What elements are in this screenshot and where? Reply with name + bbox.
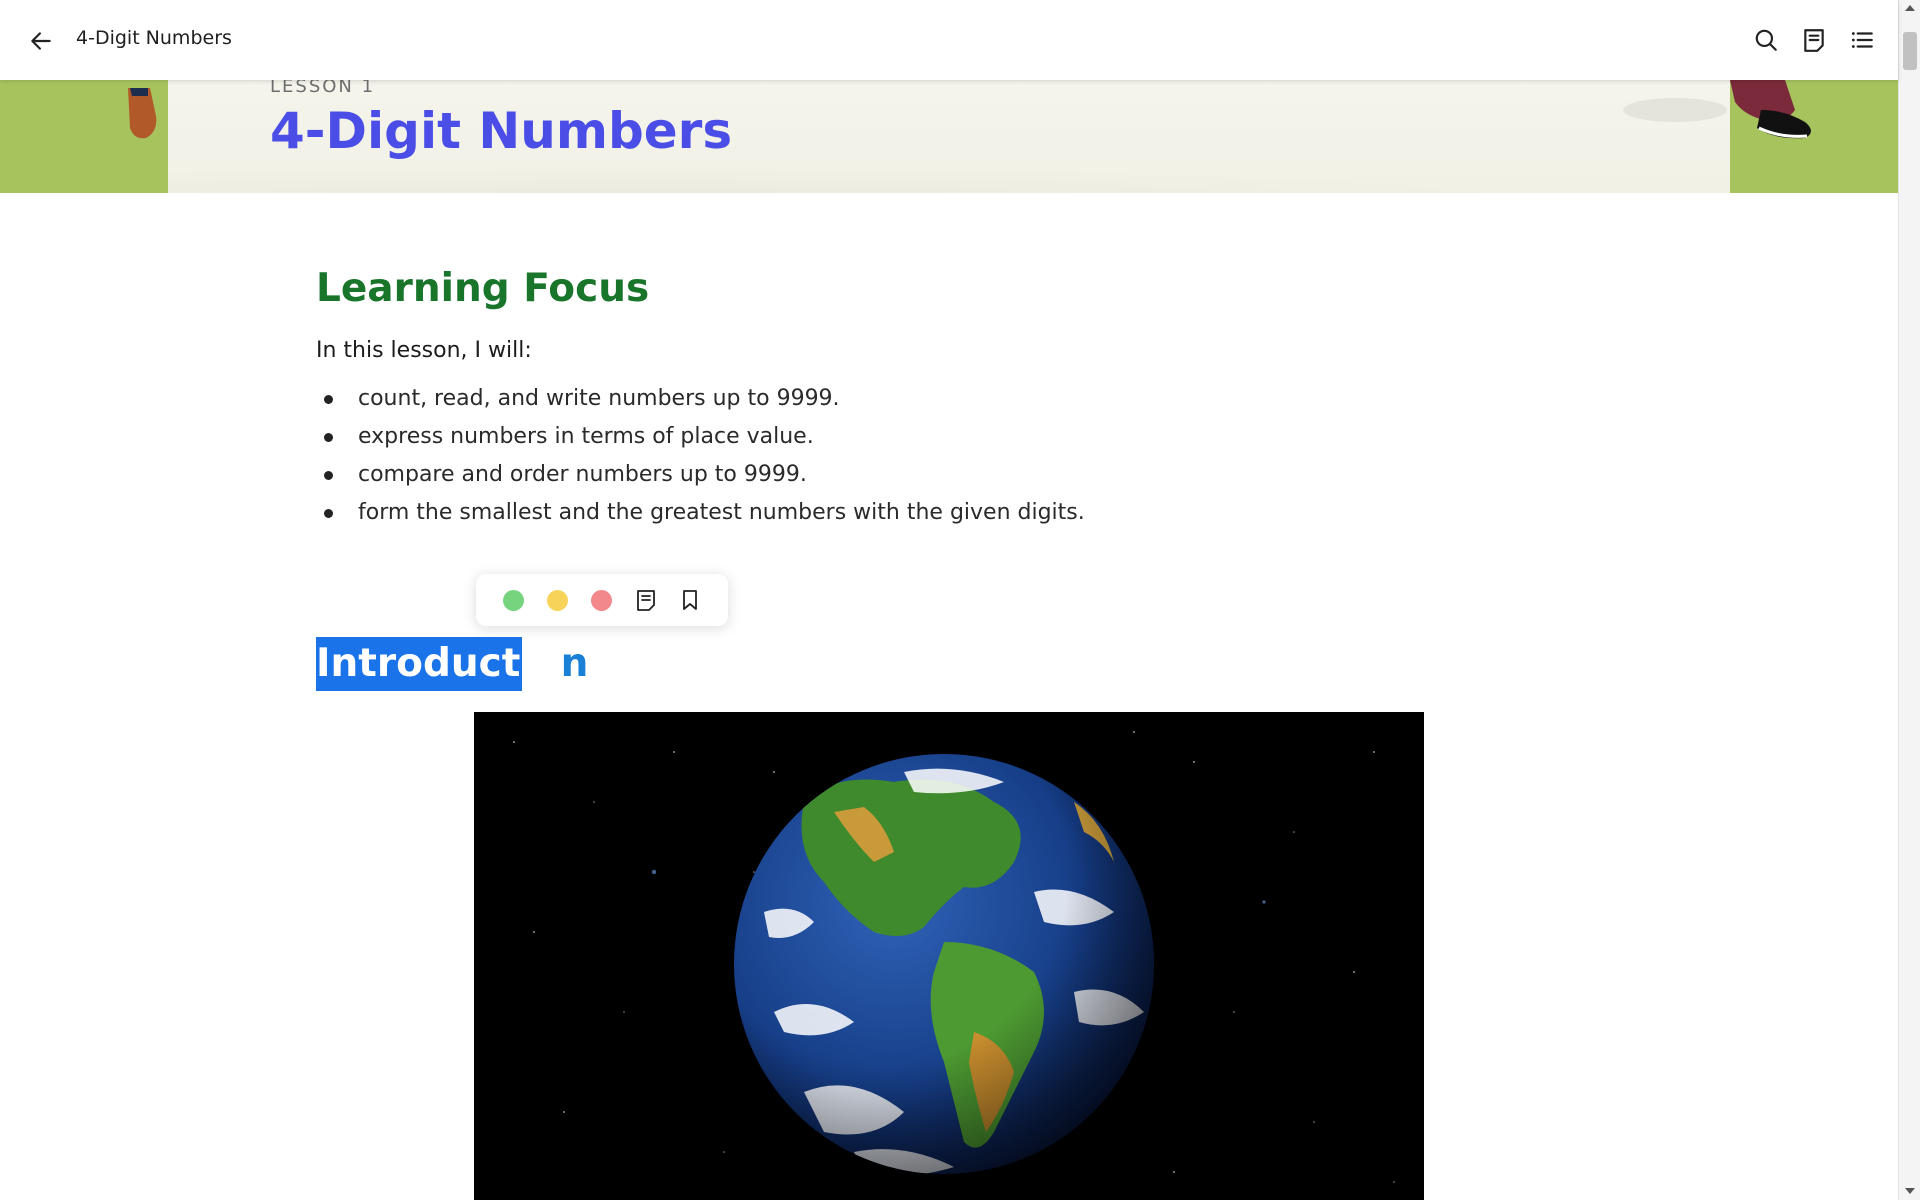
list-item: compare and order numbers up to 9999.: [316, 456, 1085, 494]
objective-text: express numbers in terms of place value.: [358, 424, 814, 449]
selection-toolbar: [476, 574, 728, 626]
top-bar: 4-Digit Numbers: [0, 0, 1898, 80]
objective-text: compare and order numbers up to 9999.: [358, 462, 807, 487]
list-item: form the smallest and the greatest numbe…: [316, 494, 1085, 532]
bullet-icon: [324, 433, 333, 442]
bullet-icon: [324, 471, 333, 480]
notes-icon[interactable]: [1801, 27, 1827, 53]
lesson-label: LESSON 1: [270, 80, 376, 97]
note-icon[interactable]: [634, 588, 658, 612]
bullet-icon: [324, 509, 333, 518]
search-icon[interactable]: [1753, 27, 1779, 53]
character-shoe-illustration: [128, 88, 157, 139]
scroll-down-arrow-icon[interactable]: [1905, 1188, 1915, 1194]
earth-image: [474, 712, 1424, 1200]
highlight-red-button[interactable]: [591, 590, 612, 611]
banner-ground-shadow: [168, 160, 1730, 193]
character-shoe-illustration-right: [1730, 80, 1811, 139]
learning-objectives-list: count, read, and write numbers up to 999…: [316, 380, 1085, 532]
earth-globe-illustration: [513, 731, 1395, 1183]
highlight-green-button[interactable]: [503, 590, 524, 611]
learning-focus-heading: Learning Focus: [316, 266, 650, 311]
introduction-heading[interactable]: Introduction: [316, 637, 588, 691]
selected-heading-text[interactable]: Introductio: [316, 641, 561, 686]
list-item: express numbers in terms of place value.: [316, 418, 1085, 456]
vertical-scrollbar[interactable]: [1898, 0, 1920, 1200]
back-arrow-icon[interactable]: [28, 28, 54, 54]
learning-focus-lead: In this lesson, I will:: [316, 338, 532, 363]
list-item: count, read, and write numbers up to 999…: [316, 380, 1085, 418]
objective-text: form the smallest and the greatest numbe…: [358, 500, 1085, 525]
highlight-yellow-button[interactable]: [547, 590, 568, 611]
scrollbar-thumb[interactable]: [1903, 32, 1917, 70]
lesson-title: 4-Digit Numbers: [270, 102, 733, 160]
scroll-up-arrow-icon[interactable]: [1905, 5, 1915, 11]
table-of-contents-icon[interactable]: [1849, 27, 1875, 53]
objective-text: count, read, and write numbers up to 999…: [358, 386, 840, 411]
unselected-heading-text[interactable]: n: [561, 641, 589, 686]
lesson-banner: LESSON 1 4-Digit Numbers: [0, 80, 1898, 193]
cloud-illustration: [1623, 98, 1727, 122]
book-title: 4-Digit Numbers: [76, 27, 232, 49]
bullet-icon: [324, 395, 333, 404]
bookmark-icon[interactable]: [678, 588, 702, 612]
